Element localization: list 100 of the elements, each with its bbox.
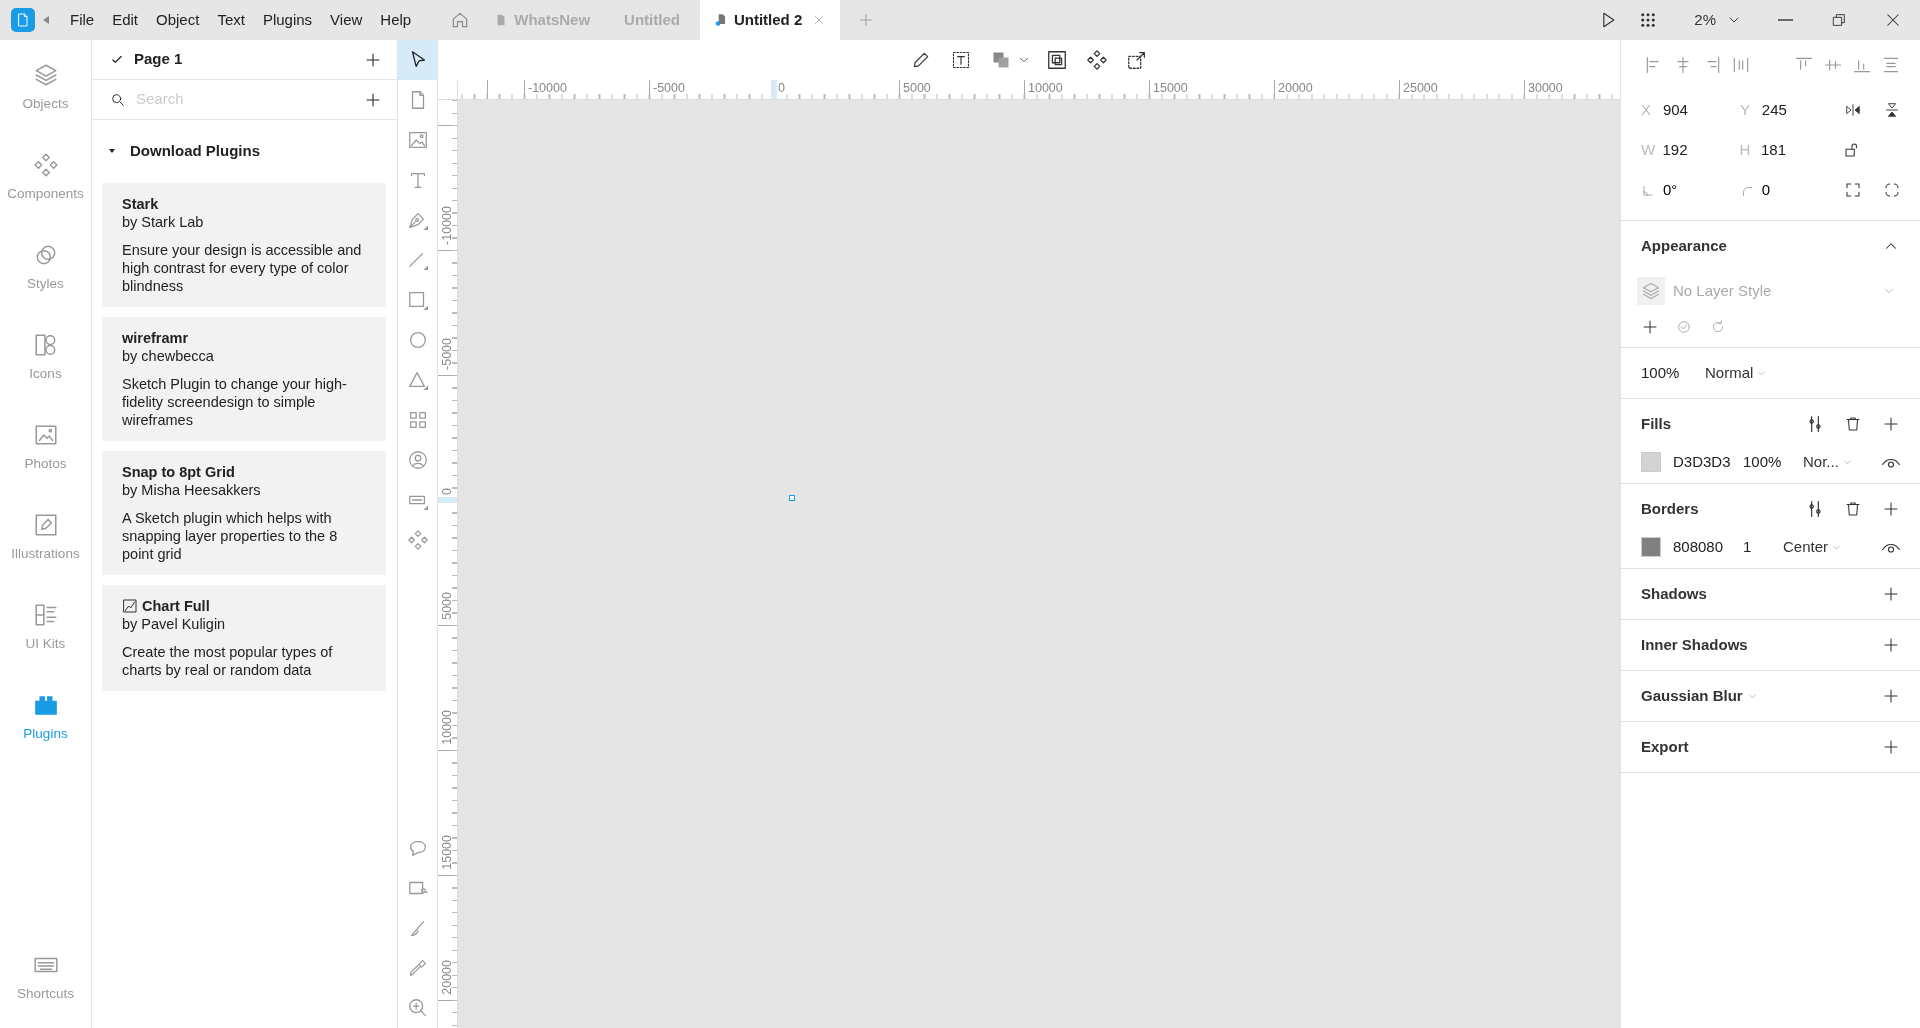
- close-icon: [812, 13, 827, 27]
- layers-icon: [32, 62, 59, 88]
- border-width[interactable]: 1: [1743, 535, 1783, 559]
- check-circle-icon: [1676, 319, 1692, 335]
- ruler-label: -10000: [528, 81, 567, 95]
- ruler-highlight: [771, 80, 777, 99]
- menu-item[interactable]: View: [321, 0, 372, 40]
- menu-item[interactable]: Help: [371, 0, 421, 40]
- rectangle-icon: [406, 289, 429, 311]
- opacity-value[interactable]: 100%: [1743, 450, 1803, 474]
- number-field[interactable]: 192: [1662, 138, 1740, 162]
- diamonds-icon: [32, 152, 59, 178]
- zoom-level: 2%: [1694, 9, 1716, 30]
- menu-item[interactable]: Plugins: [253, 0, 322, 40]
- caret-icon: [43, 16, 49, 24]
- plugin-description: Create the most popular types of charts by real or random data: [122, 642, 334, 679]
- chart-icon: [122, 597, 138, 614]
- plugin-card[interactable]: Stark by Stark Lab Ensure your design is accessible and high contrast for every type of color blindness: [102, 182, 386, 307]
- plugin-name: wireframr: [122, 328, 189, 347]
- ruler-label: 10000: [1028, 81, 1063, 95]
- ruler-label: 25000: [1403, 81, 1438, 95]
- number-field[interactable]: 904: [1662, 98, 1740, 122]
- ruler-label: 0: [778, 81, 785, 95]
- corner-brackets-icon: [1844, 181, 1863, 199]
- number-field[interactable]: 181: [1760, 138, 1838, 162]
- layout-icon: [32, 602, 59, 628]
- plugin-author: by Stark Lab: [122, 212, 205, 231]
- plugin-name: Chart Full: [142, 596, 210, 615]
- hex-value[interactable]: D3D3D3: [1673, 450, 1743, 474]
- menu-item[interactable]: Text: [208, 0, 254, 40]
- group-frame-icon: [1046, 49, 1068, 71]
- avatar-icon: [406, 449, 429, 471]
- field-label: W: [1641, 139, 1657, 160]
- blend-mode-dropdown[interactable]: Normal: [1705, 361, 1768, 385]
- selected-shape[interactable]: [789, 495, 795, 501]
- plus-icon: [1882, 738, 1900, 756]
- section-title: Appearance: [1641, 235, 1728, 256]
- logo-icon: [15, 12, 31, 28]
- zoom-in-icon: [406, 997, 429, 1019]
- menu-item[interactable]: Edit: [103, 0, 148, 40]
- plugin-author: by Misha Heesakkers: [122, 480, 262, 499]
- ruler-label: 5000: [903, 81, 931, 95]
- ruler-label: 15000: [1153, 81, 1188, 95]
- plugin-description: Ensure your design is accessible and high contrast for every type of color blindness: [122, 240, 363, 295]
- flip-vertical-icon: [1883, 102, 1900, 118]
- tool-button[interactable]: [397, 40, 438, 80]
- section-title: Inner Shadows: [1641, 634, 1748, 655]
- number-field[interactable]: 245: [1761, 98, 1839, 122]
- ruler-label: 0: [440, 488, 454, 495]
- color-swatch[interactable]: [1641, 452, 1661, 472]
- plugin-name: Stark: [122, 194, 159, 213]
- plugin-card[interactable]: Chart Full by Pavel Kuligin Create the most popular types of charts by real or random data: [102, 584, 386, 691]
- trash-icon: [1844, 500, 1862, 518]
- plus-icon: [1882, 585, 1900, 603]
- section-title: Fills: [1641, 413, 1672, 434]
- page-name[interactable]: Page 1: [134, 48, 351, 71]
- ruler-label: 30000: [1528, 81, 1563, 95]
- ruler-label: 20000: [1278, 81, 1313, 95]
- section-title: Export: [1641, 736, 1689, 757]
- plugin-group-header[interactable]: Download Plugins: [92, 120, 397, 183]
- plugin-card[interactable]: wireframr by chewbecca Sketch Plugin to change your high-fidelity screendesign to simple wireframes: [102, 316, 386, 441]
- hex-value[interactable]: 808080: [1673, 535, 1743, 559]
- plugin-author: by chewbecca: [122, 346, 215, 365]
- ruler-label: -5000: [653, 81, 685, 95]
- app-logo[interactable]: [11, 8, 35, 32]
- menu-item[interactable]: Object: [147, 0, 209, 40]
- grid-dots-icon: [1639, 11, 1658, 29]
- color-swatch[interactable]: [1641, 537, 1661, 557]
- diamonds-icon: [406, 529, 429, 551]
- section-title: Shadows: [1641, 583, 1707, 604]
- opacity-value[interactable]: 100%: [1641, 361, 1705, 385]
- ruler-label: -5000: [440, 338, 454, 370]
- plugin-description: Sketch Plugin to change your high-fidelity screendesign to simple wireframes: [122, 374, 348, 429]
- resize-icon: [1126, 49, 1148, 71]
- search-icon: [110, 91, 126, 108]
- close-icon: [1884, 11, 1902, 29]
- plus-icon: [1882, 636, 1900, 654]
- plus-icon: [1882, 500, 1900, 518]
- plus-icon: [1641, 318, 1659, 336]
- rotation-field[interactable]: 0°: [1662, 178, 1740, 202]
- layers-stack-icon: [991, 50, 1011, 70]
- border-position-dropdown[interactable]: Center: [1783, 535, 1843, 559]
- radius-field[interactable]: 0: [1761, 178, 1839, 202]
- ruler-label: 20000: [440, 960, 454, 995]
- section-title: Gaussian Blur: [1641, 685, 1743, 706]
- document-tab[interactable]: Untitled 2: [699, 0, 841, 40]
- menu-item[interactable]: File: [61, 0, 104, 40]
- diamonds-icon: [1086, 49, 1108, 71]
- plugin-description: A Sketch plugin which helps with snapping layer properties to the 8 point grid: [122, 508, 339, 563]
- field-label: H: [1739, 139, 1752, 160]
- plus-icon: [858, 12, 875, 28]
- blend-mode-dropdown[interactable]: Nor...: [1803, 450, 1853, 474]
- section-title: Borders: [1641, 498, 1700, 519]
- field-label: Y: [1739, 99, 1751, 120]
- triangle-icon: [406, 369, 429, 391]
- refresh-icon: [1710, 319, 1726, 335]
- plugin-card[interactable]: Snap to 8pt Grid by Misha Heesakkers A Sketch plugin which helps with snapping layer properties to the 8 point grid: [102, 450, 386, 575]
- layers-icon: [1641, 281, 1661, 301]
- plugin-author: by Pavel Kuligin: [122, 614, 227, 633]
- restore-icon: [1831, 12, 1847, 28]
